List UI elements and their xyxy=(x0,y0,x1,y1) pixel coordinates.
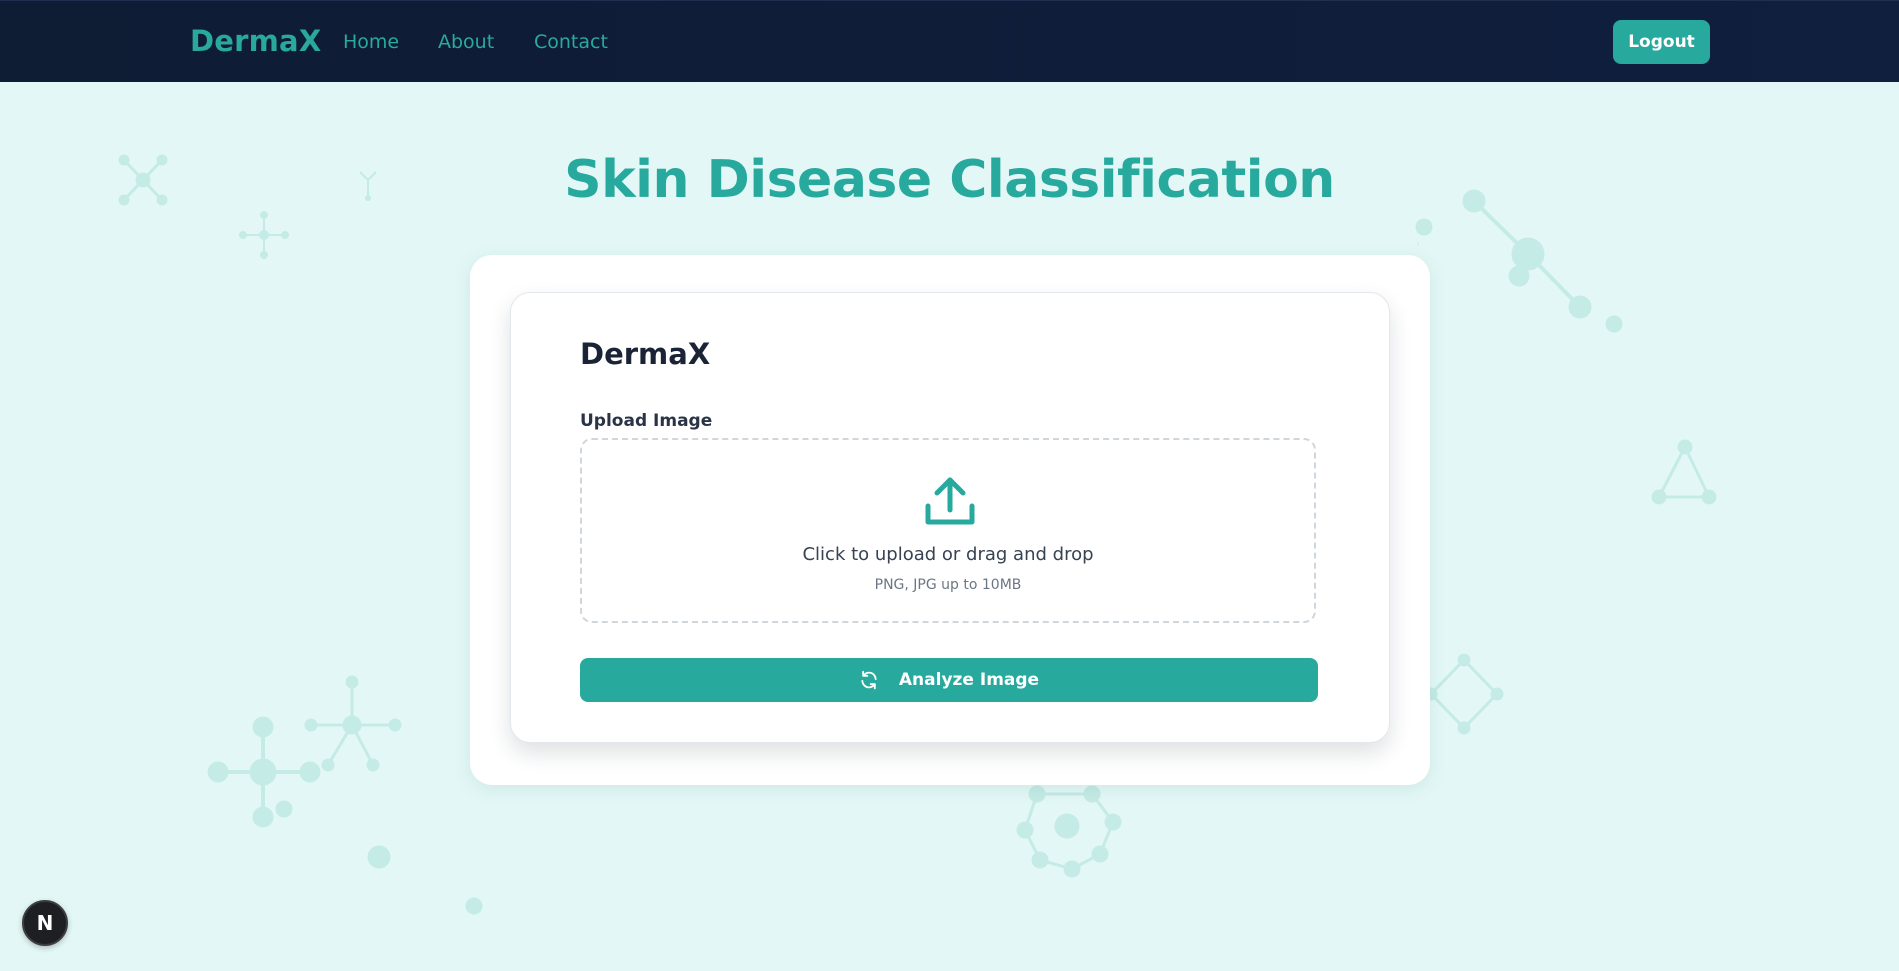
molecule-decoration xyxy=(1016,785,1122,878)
molecule-decoration xyxy=(367,845,391,869)
page-title: Skin Disease Classification xyxy=(564,150,1335,210)
molecule-decoration xyxy=(304,675,402,772)
dropzone-hint: PNG, JPG up to 10MB xyxy=(874,577,1022,593)
nav-link-home[interactable]: Home xyxy=(343,31,399,53)
logout-button[interactable]: Logout xyxy=(1613,20,1710,64)
analyze-image-button[interactable]: Analyze Image xyxy=(580,658,1318,702)
outer-card: DermaX Upload Image Click to upload or d… xyxy=(470,255,1430,785)
nav-link-contact[interactable]: Contact xyxy=(534,31,608,53)
top-navbar: DermaX Home About Contact Logout xyxy=(0,0,1899,82)
dropzone-text: Click to upload or drag and drop xyxy=(802,544,1094,565)
molecule-decoration xyxy=(1424,653,1504,735)
molecule-decoration xyxy=(239,211,289,259)
nav-link-about[interactable]: About xyxy=(438,31,494,53)
analyze-button-label: Analyze Image xyxy=(898,670,1040,690)
card-title: DermaX xyxy=(580,337,711,371)
brand-logo[interactable]: DermaX xyxy=(190,24,321,58)
image-dropzone[interactable]: Click to upload or drag and drop PNG, JP… xyxy=(580,438,1316,623)
upload-card: DermaX Upload Image Click to upload or d… xyxy=(510,292,1390,743)
upload-icon xyxy=(925,477,975,525)
molecule-decoration xyxy=(1651,439,1717,505)
upload-image-label: Upload Image xyxy=(580,411,713,431)
molecule-decoration xyxy=(1415,189,1623,333)
refresh-icon xyxy=(861,670,877,690)
molecule-decoration xyxy=(207,716,321,828)
dev-tools-badge[interactable]: N xyxy=(22,900,68,946)
molecule-decoration xyxy=(465,897,483,915)
